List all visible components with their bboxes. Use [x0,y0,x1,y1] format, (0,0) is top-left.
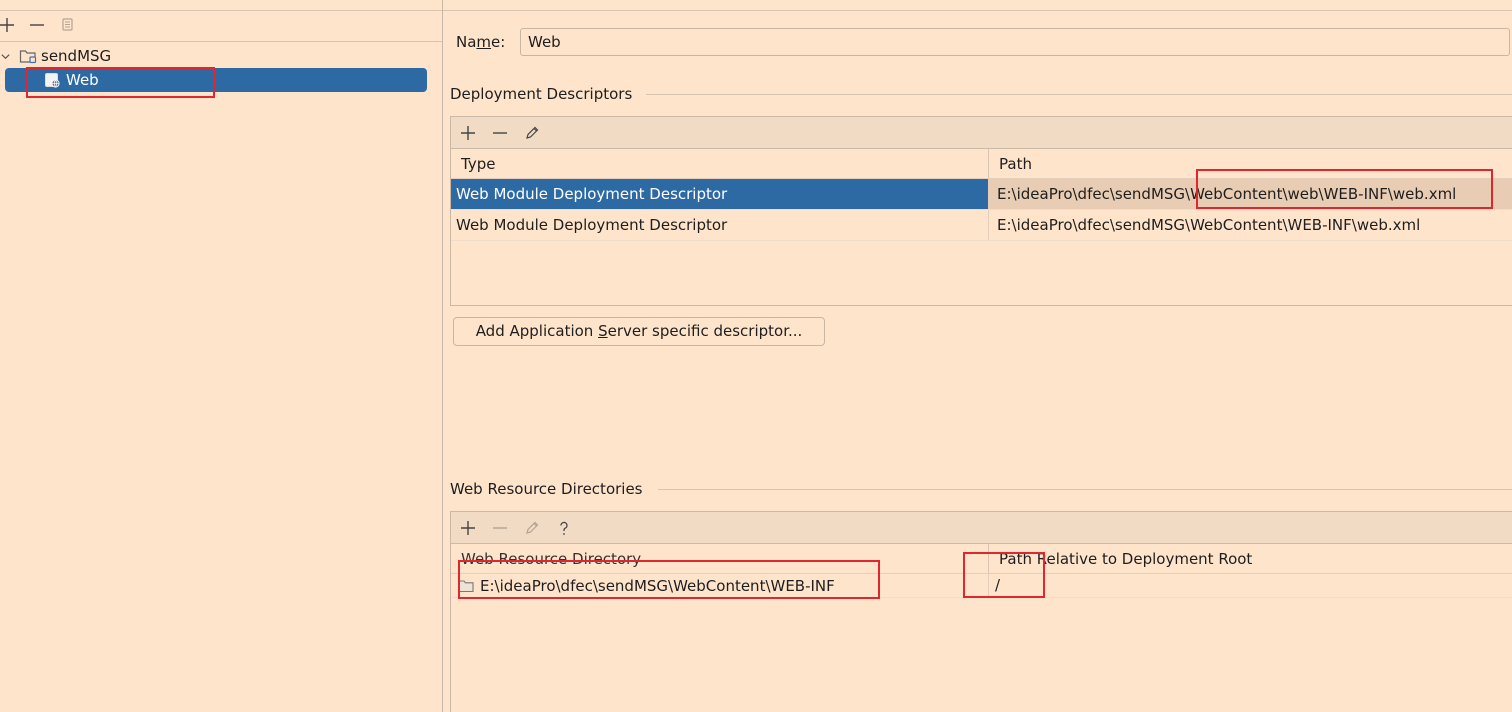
tree-node-sendmsg[interactable]: sendMSG [0,43,440,69]
column-header-path[interactable]: Path [989,149,1512,178]
tree-node-web[interactable]: Web [5,68,427,92]
column-header-relative-path[interactable]: Path Relative to Deployment Root [989,544,1512,573]
divider [0,10,442,11]
module-folder-icon [19,48,37,64]
divider [658,489,1512,490]
table-row[interactable]: Web Module Deployment Descriptor E:\idea… [451,179,1512,210]
remove-directory-icon[interactable] [488,516,512,540]
add-directory-icon[interactable] [456,516,480,540]
column-header-directory[interactable]: Web Resource Directory [451,544,989,573]
name-field[interactable] [520,28,1510,56]
deployment-descriptors-title: Deployment Descriptors [450,85,633,103]
copy-icon[interactable] [55,13,79,37]
divider [443,10,1512,11]
tree-node-label: Web [66,71,99,89]
help-icon[interactable] [552,516,576,540]
descriptor-type-cell: Web Module Deployment Descriptor [451,179,989,209]
edit-directory-icon[interactable] [520,516,544,540]
tree-node-label: sendMSG [41,47,112,65]
chevron-down-icon[interactable] [0,51,12,62]
name-label: Name: [456,33,506,51]
directory-cell: E:\ideaPro\dfec\sendMSG\WebContent\WEB-I… [451,574,989,597]
web-resource-directories-title: Web Resource Directories [450,480,643,498]
divider [0,41,442,42]
edit-descriptor-icon[interactable] [520,121,544,145]
divider [646,94,1512,95]
table-row[interactable]: E:\ideaPro\dfec\sendMSG\WebContent\WEB-I… [451,574,1512,598]
deployment-descriptors-panel: Type Path Web Module Deployment Descript… [450,116,1512,306]
add-icon[interactable] [0,13,19,37]
column-header-type[interactable]: Type [451,149,989,178]
folder-icon [458,579,474,593]
descriptor-path-cell: E:\ideaPro\dfec\sendMSG\WebContent\web\W… [989,179,1512,209]
directory-path: E:\ideaPro\dfec\sendMSG\WebContent\WEB-I… [480,576,835,595]
add-descriptor-icon[interactable] [456,121,480,145]
descriptor-type-cell: Web Module Deployment Descriptor [451,210,989,240]
relative-path-cell: / [995,576,1001,594]
descriptors-table-header: Type Path [451,149,1512,179]
remove-icon[interactable] [25,13,49,37]
deployment-descriptors-toolbar [451,117,1512,149]
add-server-descriptor-button[interactable]: Add Application Server specific descript… [453,317,825,346]
web-resource-directories-panel: Web Resource Directory Path Relative to … [450,511,1512,712]
facet-tree-pane: sendMSG Web [0,0,442,712]
splitter[interactable] [442,0,443,712]
table-row[interactable]: Web Module Deployment Descriptor E:\idea… [451,210,1512,241]
directories-table-header: Web Resource Directory Path Relative to … [451,544,1512,574]
web-facet-icon [44,72,60,88]
remove-descriptor-icon[interactable] [488,121,512,145]
tree-toolbar [0,13,79,37]
descriptor-path-cell: E:\ideaPro\dfec\sendMSG\WebContent\WEB-I… [997,216,1421,234]
web-resource-toolbar [451,512,1512,544]
